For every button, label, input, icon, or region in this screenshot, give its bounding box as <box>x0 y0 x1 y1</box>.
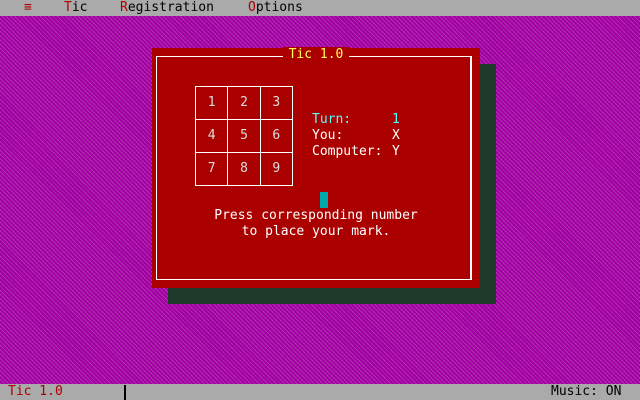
status-music[interactable]: Music: ON <box>551 384 621 400</box>
menu-registration-label: egistration <box>127 0 214 15</box>
board-cell-5[interactable]: 5 <box>227 119 261 153</box>
board-cell-4[interactable]: 4 <box>194 119 229 153</box>
board-cell-8[interactable]: 8 <box>227 152 261 186</box>
menu-tic-label: ic <box>71 0 88 15</box>
system-menu-icon[interactable]: ≡ <box>24 0 32 16</box>
turn-value: 1 <box>392 112 400 127</box>
text-cursor <box>320 192 328 208</box>
board-cell-1[interactable]: 1 <box>194 86 229 120</box>
menu-options-hotkey: O <box>248 0 256 15</box>
menu-tic[interactable]: Tic <box>64 0 87 16</box>
tic-tac-toe-board: 1 2 3 4 5 6 7 8 9 <box>194 86 294 186</box>
instruction-line-1: Press corresponding number <box>214 208 418 223</box>
menu-bar: ≡ Tic Registration Options <box>0 0 640 16</box>
status-separator <box>124 385 126 400</box>
menu-registration[interactable]: Registration <box>120 0 214 16</box>
instruction-line-2: to place your mark. <box>241 224 391 239</box>
menu-options[interactable]: Options <box>248 0 303 16</box>
board-cell-6[interactable]: 6 <box>259 119 294 153</box>
you-label: You: <box>312 128 344 143</box>
board-cell-9[interactable]: 9 <box>259 152 294 186</box>
menu-tic-hotkey: T <box>64 0 72 15</box>
menu-registration-hotkey: R <box>120 0 128 15</box>
status-app-name: Tic 1.0 <box>8 384 63 399</box>
computer-label: Computer: <box>312 144 383 159</box>
board-cell-3[interactable]: 3 <box>259 86 294 120</box>
menu-options-label: ptions <box>255 0 303 15</box>
dialog-title-bar: Tic 1.0 <box>152 47 480 63</box>
board-cell-7[interactable]: 7 <box>194 152 229 186</box>
board-cell-2[interactable]: 2 <box>227 86 261 120</box>
turn-label: Turn: <box>312 112 352 127</box>
you-value: X <box>392 128 400 143</box>
status-bar: Tic 1.0 Music: ON <box>0 384 640 400</box>
computer-value: Y <box>392 144 400 159</box>
dialog-title: Tic 1.0 <box>282 47 350 62</box>
